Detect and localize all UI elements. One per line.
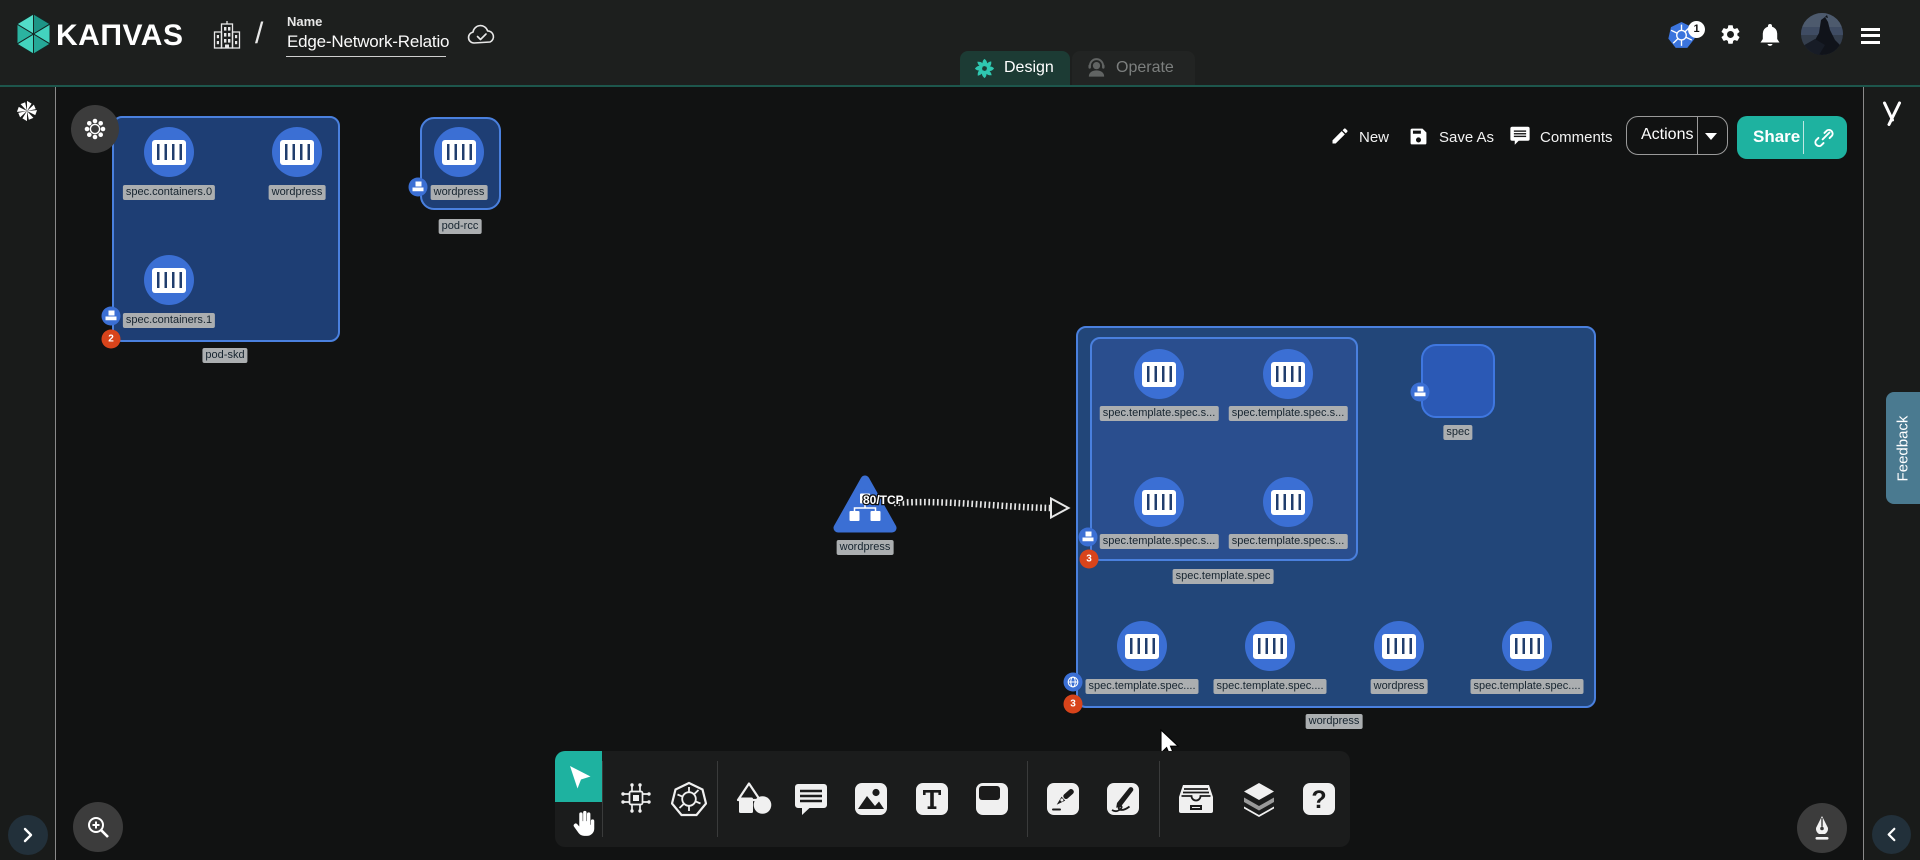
svg-text:80/TCP: 80/TCP <box>863 493 904 507</box>
svg-text:?: ? <box>1311 786 1326 814</box>
